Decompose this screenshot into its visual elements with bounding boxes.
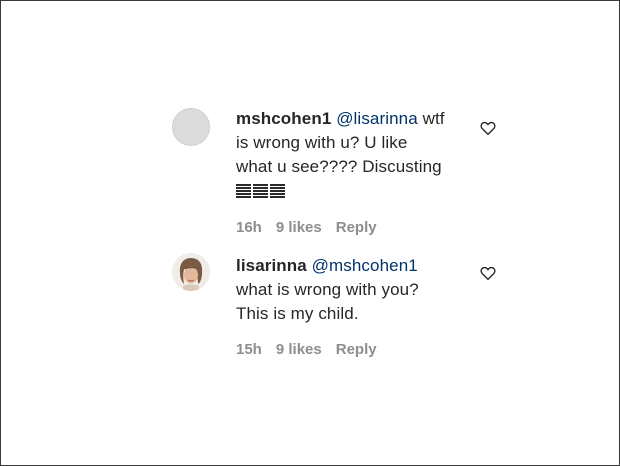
comment-likes[interactable]: 9 likes xyxy=(276,219,322,236)
censored-emoji-icon xyxy=(253,184,268,200)
comment-likes[interactable]: 9 likes xyxy=(276,341,322,358)
comment-meta: 15h 9 likes Reply xyxy=(236,341,377,358)
reply-button[interactable]: Reply xyxy=(336,341,377,358)
comment-body: lisarinna @mshcohen1 what is wrong with … xyxy=(236,254,458,326)
comment-text-line: what u see???? Discusting xyxy=(236,157,442,176)
comment-mention[interactable]: @mshcohen1 xyxy=(312,256,418,275)
comment-username[interactable]: mshcohen1 xyxy=(236,109,331,128)
comment-username[interactable]: lisarinna xyxy=(236,256,307,275)
censored-emoji-icon xyxy=(270,184,285,200)
avatar-photo xyxy=(172,253,210,291)
comment-text-line: This is my child. xyxy=(236,304,359,323)
comment-text-line: wtf xyxy=(422,109,445,128)
heart-outline-icon[interactable] xyxy=(479,264,497,282)
comment-body: mshcohen1 @lisarinna wtf is wrong with u… xyxy=(236,107,458,203)
censored-emoji-icon xyxy=(236,184,251,200)
emoji-group xyxy=(236,184,285,200)
reply-button[interactable]: Reply xyxy=(336,219,377,236)
comment-text-line: what is wrong with you? xyxy=(236,280,419,299)
comment-meta: 16h 9 likes Reply xyxy=(236,219,377,236)
avatar[interactable] xyxy=(172,253,210,291)
comment-text-line: is wrong with u? U like xyxy=(236,133,408,152)
avatar[interactable] xyxy=(172,108,210,146)
heart-outline-icon[interactable] xyxy=(479,119,497,137)
comment-timestamp[interactable]: 15h xyxy=(236,341,262,358)
comment-timestamp[interactable]: 16h xyxy=(236,219,262,236)
comment-mention[interactable]: @lisarinna xyxy=(336,109,418,128)
